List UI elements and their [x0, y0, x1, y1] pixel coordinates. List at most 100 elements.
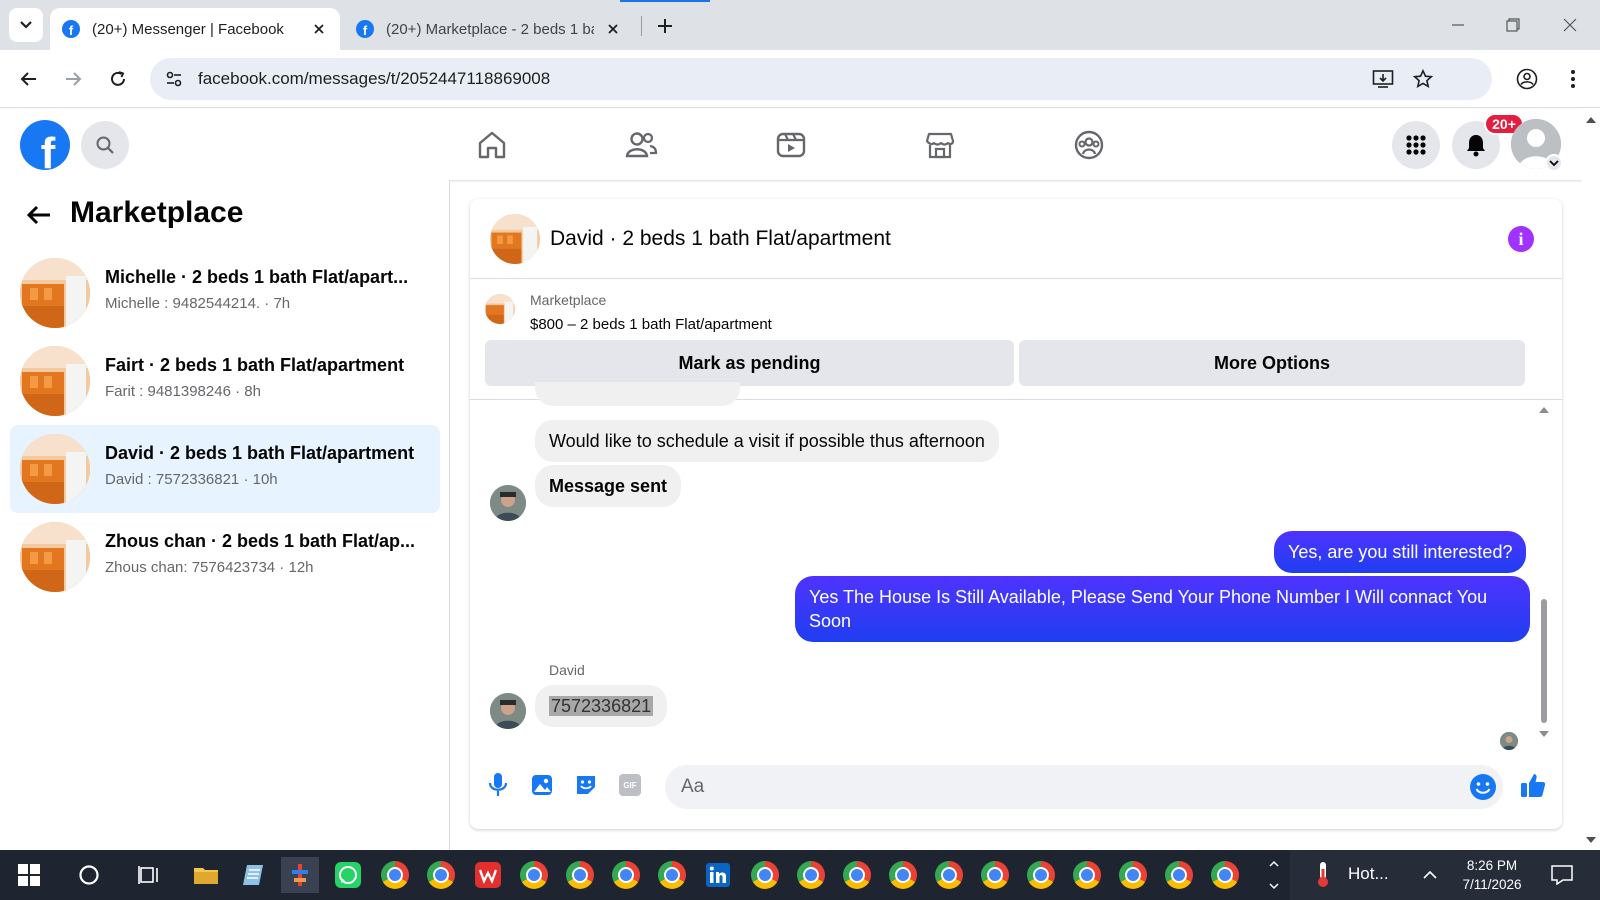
start-button[interactable] — [10, 857, 48, 893]
david-avatar-icon — [490, 693, 526, 729]
message-composer: GIF Aa — [470, 749, 1562, 829]
chrome-profile-taskbar-button[interactable] — [930, 857, 968, 893]
sticker-button[interactable] — [570, 769, 602, 801]
chrome-profile-taskbar-button[interactable] — [884, 857, 922, 893]
tab-marketplace[interactable]: f (20+) Marketplace - 2 beds 1 ba — [344, 8, 634, 50]
attach-photo-button[interactable] — [526, 769, 558, 801]
reload-button[interactable] — [103, 64, 133, 94]
conversation-row[interactable]: Fairt · 2 beds 1 bath Flat/apartment Fari… — [10, 337, 440, 425]
chrome-taskbar-button[interactable] — [422, 857, 460, 893]
chrome-profile-taskbar-button[interactable] — [515, 857, 553, 893]
back-button[interactable] — [24, 200, 54, 230]
chrome-profile-taskbar-button[interactable] — [1068, 857, 1106, 893]
chrome-profile-taskbar-button[interactable] — [653, 857, 691, 893]
site-info-icon[interactable] — [164, 69, 184, 89]
nav-home[interactable] — [472, 125, 512, 165]
listing-price-title[interactable]: $800 – 2 beds 1 bath Flat/apartment — [530, 316, 772, 333]
chrome-profile-taskbar-button[interactable] — [792, 857, 830, 893]
conversation-title: Zhous chan · 2 beds 1 bath Flat/ap... — [105, 531, 416, 551]
chrome-profile-taskbar-button[interactable] — [1022, 857, 1060, 893]
more-options-button[interactable]: More Options — [1019, 340, 1525, 386]
photo-icon — [532, 775, 552, 795]
search-taskbar-button[interactable] — [70, 857, 108, 893]
nav-watch[interactable] — [771, 125, 811, 165]
action-center-button[interactable] — [1543, 857, 1581, 893]
message-input[interactable]: Aa — [665, 765, 1503, 809]
facebook-logo[interactable]: f — [20, 120, 70, 170]
close-tab-icon[interactable] — [310, 20, 328, 38]
minimize-button[interactable] — [1443, 10, 1473, 40]
listing-thumbnail — [20, 522, 90, 592]
chat-listing-thumbnail[interactable] — [490, 214, 540, 264]
voice-clip-button[interactable] — [482, 769, 514, 801]
chevron-up-down-icon — [1269, 860, 1279, 890]
back-button[interactable] — [14, 64, 44, 94]
listing-thumbnail — [20, 346, 90, 416]
wps-taskbar-button[interactable] — [469, 857, 507, 893]
taskbar-clock[interactable]: 8:26 PM 7/11/2026 — [1452, 856, 1532, 894]
phone-number-text[interactable]: 7572336821 — [549, 696, 654, 716]
search-button[interactable] — [81, 121, 129, 169]
restore-button[interactable] — [1498, 10, 1528, 40]
tab-messenger[interactable]: f (20+) Messenger | Facebook — [50, 8, 340, 50]
message-bubble-incoming: Would like to schedule a visit if possib… — [535, 420, 999, 462]
close-tab-icon[interactable] — [604, 20, 622, 38]
whatsapp-taskbar-button[interactable] — [329, 857, 367, 893]
page-scrollbar[interactable] — [1582, 109, 1600, 850]
browser-menu-button[interactable] — [1558, 64, 1588, 94]
bookmark-star-icon[interactable] — [1412, 68, 1434, 90]
search-icon — [96, 136, 114, 154]
address-bar[interactable]: facebook.com/messages/t/2052447118869008 — [150, 58, 1492, 100]
sender-avatar[interactable] — [490, 485, 526, 521]
chrome-profile-taskbar-button[interactable] — [976, 857, 1014, 893]
file-explorer-button[interactable] — [187, 857, 225, 893]
nav-groups[interactable] — [1069, 125, 1109, 165]
forward-button[interactable] — [58, 64, 88, 94]
conversation-row[interactable]: Michelle · 2 beds 1 bath Flat/apart... Mi… — [10, 249, 440, 337]
conversation-row[interactable]: Zhous chan · 2 beds 1 bath Flat/ap... Zho… — [10, 513, 440, 601]
chrome-profile-taskbar-button[interactable] — [1206, 857, 1244, 893]
chrome-taskbar-button[interactable] — [376, 857, 414, 893]
chrome-icon — [427, 861, 455, 889]
sender-avatar[interactable] — [490, 693, 526, 729]
nav-marketplace[interactable] — [920, 125, 960, 165]
nav-friends[interactable] — [621, 125, 661, 165]
chrome-icon — [1073, 861, 1101, 889]
like-button[interactable] — [1517, 769, 1549, 801]
notepad-taskbar-button[interactable] — [234, 857, 272, 893]
message-scrollbar[interactable] — [1537, 401, 1551, 741]
browser-profile-button[interactable] — [1512, 64, 1542, 94]
show-hidden-icons-button[interactable] — [1418, 857, 1442, 893]
mark-as-pending-button[interactable]: Mark as pending — [485, 340, 1014, 386]
menu-apps-button[interactable] — [1392, 121, 1440, 169]
linkedin-taskbar-button[interactable] — [699, 857, 737, 893]
new-tab-button[interactable] — [651, 12, 679, 40]
chrome-profile-taskbar-button[interactable] — [1114, 857, 1152, 893]
close-window-button[interactable] — [1555, 10, 1585, 40]
listing-thumbnail[interactable] — [485, 294, 515, 324]
message-bubble-incoming: 7572336821 — [535, 685, 668, 727]
chrome-profile-taskbar-button[interactable] — [561, 857, 599, 893]
app-colorful-icon — [292, 864, 308, 886]
conversation-title: Fairt · 2 beds 1 bath Flat/apartment — [105, 355, 405, 375]
gif-button[interactable]: GIF — [614, 769, 646, 801]
conversation-row[interactable]: David · 2 beds 1 bath Flat/apartment Davi… — [10, 425, 440, 513]
url-text[interactable]: facebook.com/messages/t/2052447118869008 — [198, 69, 550, 89]
tab-search-button[interactable] — [9, 8, 43, 42]
task-view-button[interactable] — [130, 857, 168, 893]
apartment-photo-icon — [490, 214, 540, 264]
taskbar-scroll-button[interactable] — [1266, 857, 1282, 893]
conversation-info-icon[interactable]: i — [1508, 226, 1534, 252]
chrome-icon — [935, 861, 963, 889]
chrome-profile-taskbar-button[interactable] — [607, 857, 645, 893]
app-taskbar-button-active[interactable] — [281, 857, 319, 893]
chrome-profile-taskbar-button[interactable] — [746, 857, 784, 893]
weather-widget[interactable]: Hot... — [1312, 860, 1389, 888]
chrome-profile-taskbar-button[interactable] — [838, 857, 876, 893]
install-app-icon[interactable] — [1372, 68, 1394, 90]
clock-date: 7/11/2026 — [1462, 877, 1522, 892]
account-menu-caret[interactable] — [1545, 154, 1563, 172]
conversation-preview: Michelle : 9482544214. · 7h — [105, 295, 291, 312]
emoji-button[interactable] — [1469, 773, 1497, 801]
chrome-profile-taskbar-button[interactable] — [1160, 857, 1198, 893]
